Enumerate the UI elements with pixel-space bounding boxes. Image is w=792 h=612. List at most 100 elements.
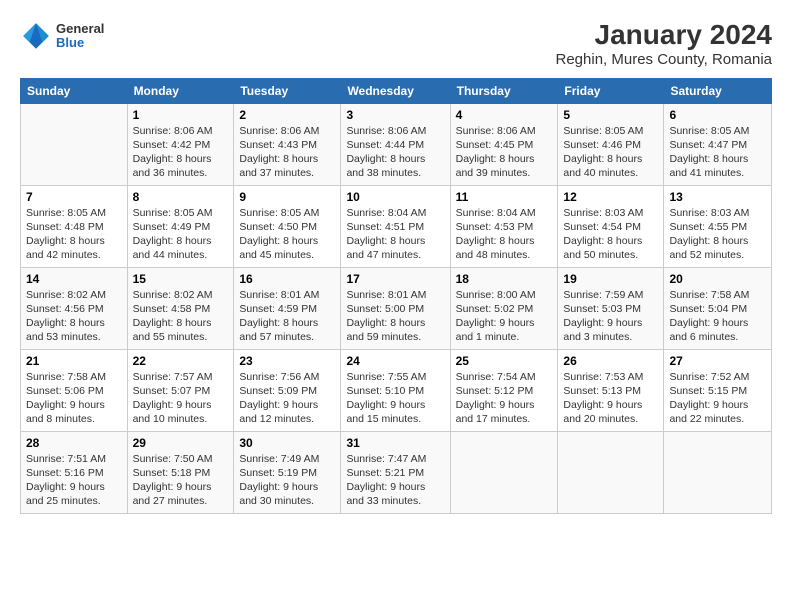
calendar-cell: 30Sunrise: 7:49 AMSunset: 5:19 PMDayligh… [234, 431, 341, 513]
day-info: Sunrise: 8:03 AMSunset: 4:54 PMDaylight:… [563, 206, 658, 263]
day-number: 19 [563, 272, 658, 286]
calendar-cell: 11 Sunrise: 8:04 AMSunset: 4:53 PMDayligh… [450, 185, 558, 267]
calendar-cell: 26 Sunrise: 7:53 AMSunset: 5:13 PMDayligh… [558, 349, 664, 431]
weekday-tuesday: Tuesday [234, 78, 341, 103]
calendar-cell [664, 431, 772, 513]
day-info: Sunrise: 7:49 AMSunset: 5:19 PMDaylight:… [239, 452, 335, 509]
day-number: 22 [133, 354, 229, 368]
day-info: Sunrise: 8:05 AMSunset: 4:49 PMDaylight:… [133, 206, 229, 263]
day-info: Sunrise: 8:05 AMSunset: 4:46 PMDaylight:… [563, 124, 658, 181]
calendar-cell: 5 Sunrise: 8:05 AMSunset: 4:46 PMDaylight… [558, 103, 664, 185]
logo-blue-text: Blue [56, 36, 104, 50]
calendar-cell: 22 Sunrise: 7:57 AMSunset: 5:07 PMDayligh… [127, 349, 234, 431]
day-number: 16 [239, 272, 335, 286]
calendar-cell: 24Sunrise: 7:55 AMSunset: 5:10 PMDayligh… [341, 349, 450, 431]
day-info: Sunrise: 8:04 AMSunset: 4:51 PMDaylight:… [346, 206, 444, 263]
day-number: 12 [563, 190, 658, 204]
day-number: 11 [456, 190, 553, 204]
calendar-cell: 16 Sunrise: 8:01 AMSunset: 4:59 PMDayligh… [234, 267, 341, 349]
day-info: Sunrise: 8:04 AMSunset: 4:53 PMDaylight:… [456, 206, 553, 263]
day-number: 17 [346, 272, 444, 286]
calendar-cell: 3Sunrise: 8:06 AMSunset: 4:44 PMDaylight… [341, 103, 450, 185]
day-number: 9 [239, 190, 335, 204]
day-number: 25 [456, 354, 553, 368]
day-number: 21 [26, 354, 122, 368]
day-info: Sunrise: 8:00 AMSunset: 5:02 PMDaylight:… [456, 288, 553, 345]
day-info: Sunrise: 7:58 AMSunset: 5:06 PMDaylight:… [26, 370, 122, 427]
calendar-cell: 17 Sunrise: 8:01 AMSunset: 5:00 PMDayligh… [341, 267, 450, 349]
day-number: 15 [133, 272, 229, 286]
calendar-cell: 12 Sunrise: 8:03 AMSunset: 4:54 PMDayligh… [558, 185, 664, 267]
calendar-cell: 4 Sunrise: 8:06 AMSunset: 4:45 PMDaylight… [450, 103, 558, 185]
day-number: 7 [26, 190, 122, 204]
day-info: Sunrise: 7:51 AMSunset: 5:16 PMDaylight:… [26, 452, 122, 509]
calendar-cell: 25 Sunrise: 7:54 AMSunset: 5:12 PMDayligh… [450, 349, 558, 431]
day-number: 6 [669, 108, 766, 122]
calendar-cell: 28 Sunrise: 7:51 AMSunset: 5:16 PMDayligh… [21, 431, 128, 513]
calendar-cell: 10Sunrise: 8:04 AMSunset: 4:51 PMDayligh… [341, 185, 450, 267]
day-info: Sunrise: 7:53 AMSunset: 5:13 PMDaylight:… [563, 370, 658, 427]
day-info: Sunrise: 7:57 AMSunset: 5:07 PMDaylight:… [133, 370, 229, 427]
weekday-header-row: SundayMondayTuesdayWednesdayThursdayFrid… [21, 78, 772, 103]
title-block: January 2024 Reghin, Mures County, Roman… [556, 20, 773, 68]
day-number: 8 [133, 190, 229, 204]
calendar-cell: 6 Sunrise: 8:05 AMSunset: 4:47 PMDaylight… [664, 103, 772, 185]
day-number: 27 [669, 354, 766, 368]
calendar-cell [558, 431, 664, 513]
day-info: Sunrise: 7:58 AMSunset: 5:04 PMDaylight:… [669, 288, 766, 345]
calendar-cell: 7 Sunrise: 8:05 AMSunset: 4:48 PMDaylight… [21, 185, 128, 267]
calendar-cell: 15 Sunrise: 8:02 AMSunset: 4:58 PMDayligh… [127, 267, 234, 349]
day-number: 2 [239, 108, 335, 122]
day-info: Sunrise: 8:06 AMSunset: 4:43 PMDaylight:… [239, 124, 335, 181]
day-info: Sunrise: 8:06 AMSunset: 4:42 PMDaylight:… [133, 124, 229, 181]
day-info: Sunrise: 7:59 AMSunset: 5:03 PMDaylight:… [563, 288, 658, 345]
day-info: Sunrise: 8:05 AMSunset: 4:47 PMDaylight:… [669, 124, 766, 181]
calendar-cell: 8 Sunrise: 8:05 AMSunset: 4:49 PMDaylight… [127, 185, 234, 267]
day-number: 31 [346, 436, 444, 450]
day-number: 5 [563, 108, 658, 122]
calendar-cell: 14 Sunrise: 8:02 AMSunset: 4:56 PMDayligh… [21, 267, 128, 349]
logo-icon [20, 20, 52, 52]
week-row-0: 1Sunrise: 8:06 AMSunset: 4:42 PMDaylight… [21, 103, 772, 185]
calendar-cell: 1Sunrise: 8:06 AMSunset: 4:42 PMDaylight… [127, 103, 234, 185]
day-info: Sunrise: 8:03 AMSunset: 4:55 PMDaylight:… [669, 206, 766, 263]
day-number: 29 [133, 436, 229, 450]
weekday-sunday: Sunday [21, 78, 128, 103]
week-row-3: 21 Sunrise: 7:58 AMSunset: 5:06 PMDayligh… [21, 349, 772, 431]
header: General Blue January 2024 Reghin, Mures … [20, 20, 772, 68]
week-row-2: 14 Sunrise: 8:02 AMSunset: 4:56 PMDayligh… [21, 267, 772, 349]
day-info: Sunrise: 7:55 AMSunset: 5:10 PMDaylight:… [346, 370, 444, 427]
day-info: Sunrise: 8:06 AMSunset: 4:44 PMDaylight:… [346, 124, 444, 181]
day-number: 26 [563, 354, 658, 368]
day-number: 20 [669, 272, 766, 286]
calendar-cell: 29 Sunrise: 7:50 AMSunset: 5:18 PMDayligh… [127, 431, 234, 513]
weekday-saturday: Saturday [664, 78, 772, 103]
weekday-wednesday: Wednesday [341, 78, 450, 103]
day-info: Sunrise: 8:01 AMSunset: 4:59 PMDaylight:… [239, 288, 335, 345]
day-info: Sunrise: 7:52 AMSunset: 5:15 PMDaylight:… [669, 370, 766, 427]
calendar-cell: 21 Sunrise: 7:58 AMSunset: 5:06 PMDayligh… [21, 349, 128, 431]
calendar-cell: 2 Sunrise: 8:06 AMSunset: 4:43 PMDaylight… [234, 103, 341, 185]
weekday-friday: Friday [558, 78, 664, 103]
day-info: Sunrise: 8:06 AMSunset: 4:45 PMDaylight:… [456, 124, 553, 181]
day-number: 14 [26, 272, 122, 286]
calendar-cell: 31Sunrise: 7:47 AMSunset: 5:21 PMDayligh… [341, 431, 450, 513]
calendar-cell: 9Sunrise: 8:05 AMSunset: 4:50 PMDaylight… [234, 185, 341, 267]
day-info: Sunrise: 8:01 AMSunset: 5:00 PMDaylight:… [346, 288, 444, 345]
calendar-title: January 2024 [556, 20, 773, 51]
page: General Blue January 2024 Reghin, Mures … [0, 0, 792, 612]
logo: General Blue [20, 20, 104, 52]
day-info: Sunrise: 8:02 AMSunset: 4:58 PMDaylight:… [133, 288, 229, 345]
day-info: Sunrise: 7:54 AMSunset: 5:12 PMDaylight:… [456, 370, 553, 427]
calendar-cell: 23Sunrise: 7:56 AMSunset: 5:09 PMDayligh… [234, 349, 341, 431]
day-number: 28 [26, 436, 122, 450]
calendar-cell: 13Sunrise: 8:03 AMSunset: 4:55 PMDayligh… [664, 185, 772, 267]
day-number: 4 [456, 108, 553, 122]
day-info: Sunrise: 7:50 AMSunset: 5:18 PMDaylight:… [133, 452, 229, 509]
calendar-cell [21, 103, 128, 185]
calendar-table: SundayMondayTuesdayWednesdayThursdayFrid… [20, 78, 772, 514]
day-info: Sunrise: 8:02 AMSunset: 4:56 PMDaylight:… [26, 288, 122, 345]
day-number: 23 [239, 354, 335, 368]
week-row-4: 28 Sunrise: 7:51 AMSunset: 5:16 PMDayligh… [21, 431, 772, 513]
day-info: Sunrise: 8:05 AMSunset: 4:48 PMDaylight:… [26, 206, 122, 263]
